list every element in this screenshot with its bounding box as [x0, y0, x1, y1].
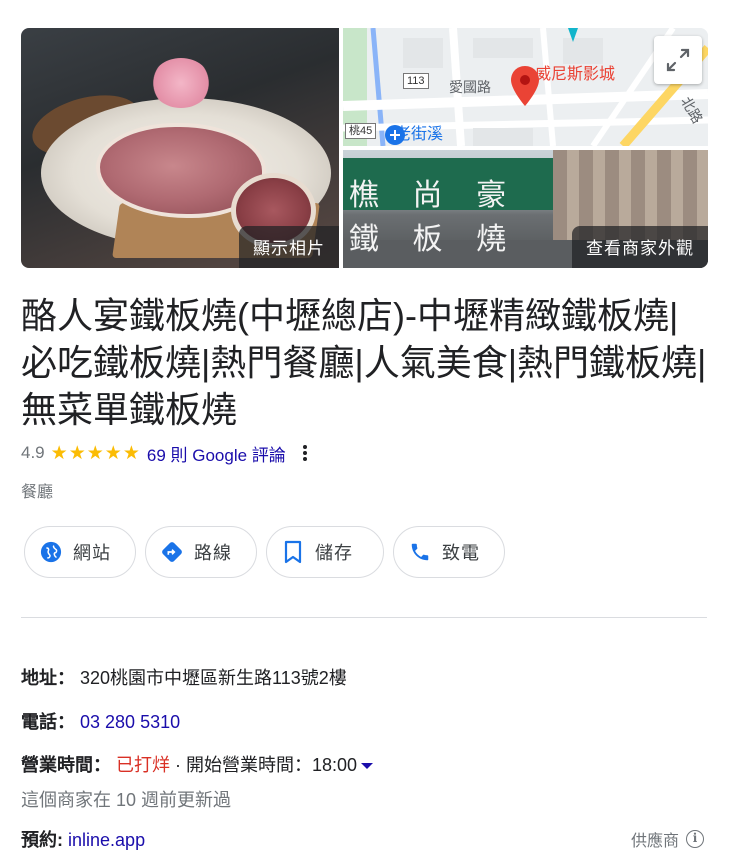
- website-button[interactable]: 網站: [24, 526, 136, 578]
- star-rating: ★ ★ ★ ★ ★: [51, 444, 141, 463]
- business-category: 餐廳: [21, 484, 54, 501]
- reviews-link[interactable]: 69 則 Google 評論: [147, 441, 286, 466]
- updated-note: 這個商家在 10 週前更新過: [21, 790, 232, 810]
- phone-row: 電話： 03 280 5310: [21, 708, 180, 734]
- route-tao45-badge: 桃45: [345, 123, 377, 139]
- chevron-down-icon[interactable]: [361, 763, 374, 770]
- provider-info[interactable]: 供應商 i: [631, 827, 704, 851]
- address-key: 地址：: [21, 668, 75, 688]
- storefront-photo[interactable]: 樵 尚 豪 鐵 板 燒 查看商家外觀: [343, 150, 708, 268]
- booking-key: 預約:: [21, 830, 63, 850]
- rating-value: 4.9: [21, 443, 45, 462]
- save-label: 儲存: [315, 543, 353, 563]
- road-label-aiguo: 愛國路: [449, 79, 491, 95]
- rating-row: 4.9 ★ ★ ★ ★ ★ 69 則 Google 評論: [21, 441, 310, 465]
- show-photos-button[interactable]: 顯示相片: [239, 226, 339, 268]
- train-station-icon: [385, 125, 405, 145]
- address-row: 地址： 320桃園市中壢區新生路113號2樓: [21, 664, 347, 690]
- provider-label: 供應商: [630, 833, 679, 850]
- photo-strip: 顯示相片 113 愛國路 威尼斯影城 桃45 老街溪 北路 樵 尚 豪 鐵 板 …: [21, 28, 708, 268]
- star-icon: ★: [86, 442, 104, 464]
- map-pin-icon: [511, 66, 539, 106]
- expand-map-button[interactable]: [654, 36, 702, 84]
- directions-label: 路線: [194, 543, 232, 563]
- business-title: 酪人宴鐵板燒(中壢總店)-中壢精緻鐵板燒|必吃鐵板燒|熱門餐廳|人氣美食|熱門鐵…: [21, 295, 707, 430]
- phone-icon: [408, 540, 432, 564]
- call-button[interactable]: 致電: [393, 526, 505, 578]
- hours-next-open[interactable]: · 開始營業時間：18:00: [175, 755, 357, 775]
- star-icon: ★: [122, 442, 140, 464]
- star-icon: ★: [68, 442, 86, 464]
- save-button[interactable]: 儲存: [266, 526, 384, 578]
- directions-button[interactable]: 路線: [145, 526, 257, 578]
- shop-sign: 樵 尚 豪 鐵 板 燒: [343, 158, 553, 257]
- shop-sign-text: 樵 尚 豪 鐵 板 燒: [349, 178, 519, 257]
- website-label: 網站: [73, 543, 111, 563]
- bookmark-icon: [281, 540, 305, 564]
- route-113-badge: 113: [403, 73, 429, 89]
- booking-row: 預約: inline.app: [21, 826, 145, 852]
- action-buttons: 網站 路線 儲存 致電: [24, 526, 505, 578]
- phone-link[interactable]: 03 280 5310: [80, 712, 180, 732]
- phone-key: 電話：: [21, 712, 75, 732]
- hours-key: 營業時間：: [21, 755, 111, 775]
- poi-label: 威尼斯影城: [535, 66, 616, 83]
- info-icon[interactable]: i: [686, 830, 704, 848]
- booking-link[interactable]: inline.app: [68, 830, 145, 850]
- star-icon: ★: [104, 442, 122, 464]
- star-icon: ★: [50, 442, 68, 464]
- hours-row: 營業時間： 已打烊 · 開始營業時間：18:00: [21, 751, 374, 777]
- directions-icon: [160, 540, 184, 564]
- section-divider: [21, 617, 707, 618]
- view-storefront-button[interactable]: 查看商家外觀: [572, 226, 708, 268]
- expand-icon: [666, 48, 690, 72]
- address-value[interactable]: 320桃園市中壢區新生路113號2樓: [80, 668, 347, 688]
- more-options-icon[interactable]: [300, 443, 310, 463]
- photo-flower-decor: [151, 58, 211, 108]
- food-photo[interactable]: 顯示相片: [21, 28, 339, 268]
- call-label: 致電: [442, 543, 480, 563]
- map-thumbnail[interactable]: 113 愛國路 威尼斯影城 桃45 老街溪 北路: [343, 28, 708, 146]
- globe-icon: [39, 540, 63, 564]
- hours-status: 已打烊: [116, 755, 171, 775]
